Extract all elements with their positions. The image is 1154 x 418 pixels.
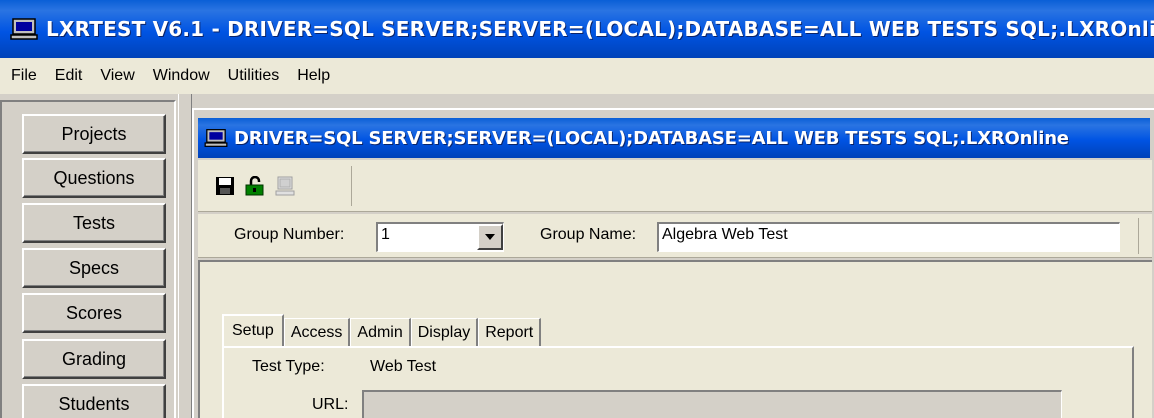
nav-grading-button[interactable]: Grading [22,339,166,379]
child-title-bar[interactable]: DRIVER=SQL SERVER;SERVER=(LOCAL);DATABAS… [198,118,1150,158]
menu-edit[interactable]: Edit [46,67,92,85]
tab-report[interactable]: Report [478,318,542,346]
save-button[interactable] [214,175,236,197]
tab-admin[interactable]: Admin [350,318,411,346]
computer-button[interactable] [274,175,296,197]
tab-display[interactable]: Display [410,318,479,346]
form-area: Setup Access Admin Display Report Test T… [198,260,1152,418]
setup-tab-panel: Test Type: Web Test URL: [222,346,1134,418]
menu-file[interactable]: File [2,67,46,85]
nav-specs-button[interactable]: Specs [22,248,166,288]
group-number-value[interactable]: 1 [378,224,477,251]
menu-view[interactable]: View [91,67,143,85]
menu-window[interactable]: Window [144,67,219,85]
app-title: LXRTEST V6.1 - DRIVER=SQL SERVER;SERVER=… [46,17,1154,41]
computer-icon [275,176,295,196]
nav-questions-button[interactable]: Questions [22,158,166,198]
tab-strip: Setup Access Admin Display Report [222,314,542,346]
nav-tests-button[interactable]: Tests [22,203,166,243]
navigation-panel: Projects Questions Tests Specs Scores Gr… [0,94,178,418]
nav-projects-button[interactable]: Projects [22,114,166,154]
computer-icon [10,18,38,40]
dropdown-button[interactable] [477,224,503,250]
divider [1138,218,1139,254]
test-type-value: Web Test [370,358,437,375]
group-name-field[interactable]: Algebra Web Test [657,222,1120,252]
unlock-button[interactable] [244,175,266,197]
unlock-icon [245,176,264,196]
toolbar [198,160,1152,212]
group-row: Group Number: 1 Group Name: Algebra Web … [198,214,1152,258]
nav-students-button[interactable]: Students [22,384,166,418]
menu-utilities[interactable]: Utilities [219,67,289,85]
main-title-bar[interactable]: LXRTEST V6.1 - DRIVER=SQL SERVER;SERVER=… [0,0,1154,58]
menu-bar: File Edit View Window Utilities Help [0,58,1154,94]
child-window: DRIVER=SQL SERVER;SERVER=(LOCAL);DATABAS… [192,108,1154,418]
menu-help[interactable]: Help [288,67,339,85]
chevron-down-icon [485,234,495,240]
panel-splitter[interactable] [178,94,192,418]
toolbar-button-group [206,166,352,206]
group-number-label: Group Number: [234,226,345,243]
nav-scores-button[interactable]: Scores [22,293,166,333]
tab-access[interactable]: Access [283,318,351,346]
group-name-label: Group Name: [540,226,637,243]
computer-icon [204,129,228,147]
test-type-label: Test Type: [252,358,325,375]
tab-setup[interactable]: Setup [222,314,284,346]
save-icon [216,177,234,195]
url-field[interactable] [362,390,1062,418]
group-number-combo[interactable]: 1 [376,222,504,252]
url-label: URL: [312,396,349,413]
child-window-title: DRIVER=SQL SERVER;SERVER=(LOCAL);DATABAS… [234,127,1069,149]
